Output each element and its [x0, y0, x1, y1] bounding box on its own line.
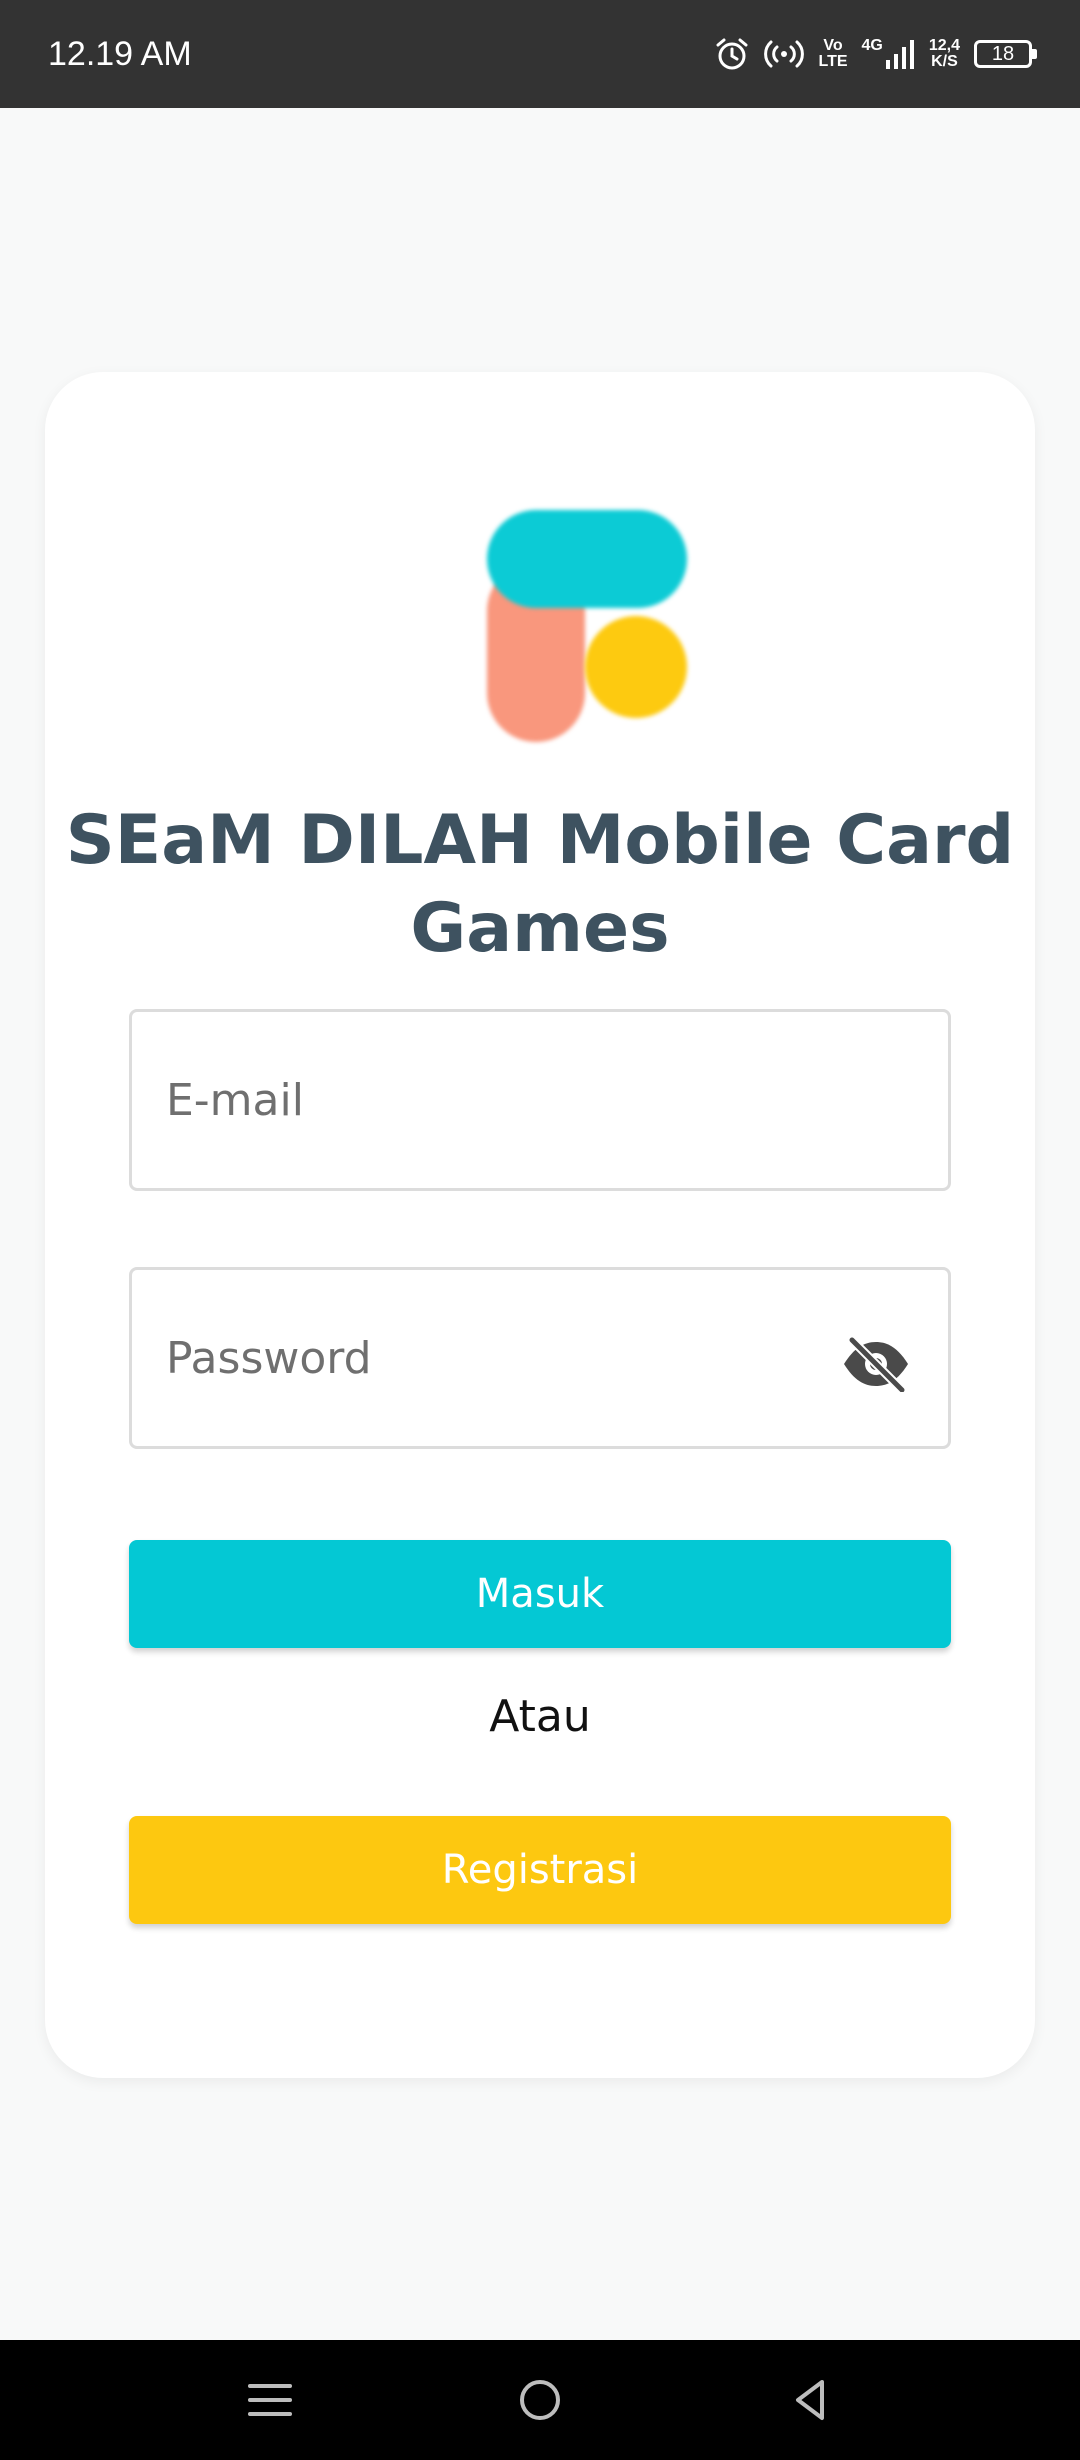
menu-icon[interactable]: [240, 2370, 300, 2430]
hotspot-icon: [764, 38, 805, 70]
battery-icon: 18: [974, 40, 1037, 68]
status-bar: 12.19 AM Vo LTE 4G 12,4 K/S 18: [0, 0, 1080, 108]
volte-icon: Vo LTE: [818, 38, 847, 70]
login-card: SEaM DILAH Mobile Card Games Masuk Atau …: [45, 372, 1035, 2078]
signal-icon: 4G: [862, 38, 915, 70]
logo-dot: [585, 616, 687, 718]
battery-level: 18: [991, 43, 1015, 65]
logo-horizontal-bar: [487, 510, 687, 608]
status-time: 12.19 AM: [48, 35, 192, 73]
register-button[interactable]: Registrasi: [129, 1816, 951, 1924]
alarm-icon: [714, 36, 750, 72]
speed-unit: K/S: [931, 53, 958, 70]
app-title: SEaM DILAH Mobile Card Games: [65, 801, 1015, 968]
login-button[interactable]: Masuk: [129, 1540, 951, 1648]
password-field[interactable]: [129, 1267, 951, 1449]
speed-value: 12,4: [928, 37, 960, 54]
home-icon[interactable]: [510, 2370, 570, 2430]
volte-bottom: LTE: [818, 53, 848, 70]
email-input[interactable]: [166, 1012, 846, 1188]
eye-off-icon[interactable]: [840, 1335, 912, 1395]
password-input[interactable]: [166, 1270, 846, 1446]
status-icons: Vo LTE 4G 12,4 K/S 18: [714, 30, 1037, 78]
or-divider-text: Atau: [489, 1691, 591, 1742]
data-speed-icon: 12,4 K/S: [929, 38, 960, 70]
volte-top: Vo: [823, 37, 843, 54]
email-field[interactable]: [129, 1009, 951, 1191]
app-logo: [445, 510, 690, 750]
network-type: 4G: [861, 37, 883, 54]
navigation-bar: [0, 2340, 1080, 2460]
back-icon[interactable]: [780, 2370, 840, 2430]
